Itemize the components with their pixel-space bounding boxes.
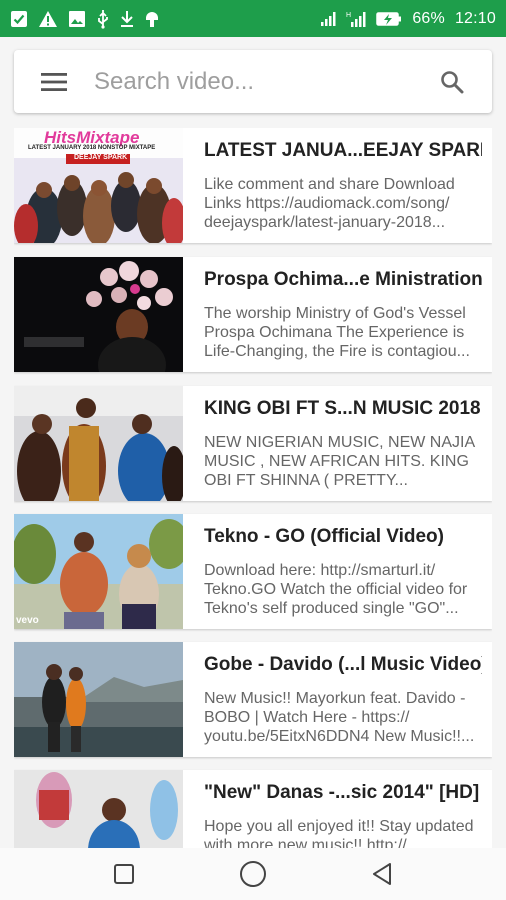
svg-text:H: H bbox=[346, 12, 351, 19]
search-bar bbox=[14, 50, 492, 113]
menu-icon[interactable] bbox=[14, 50, 94, 113]
video-text: Prospa Ochima...e Ministration) The wors… bbox=[183, 257, 492, 372]
download-icon bbox=[120, 10, 134, 28]
check-icon bbox=[10, 10, 28, 28]
video-title: "New" Danas -...sic 2014" [HD] bbox=[204, 782, 480, 803]
thumbnail-tag-text: DEEJAY SPARK bbox=[74, 154, 128, 161]
navigation-bar bbox=[0, 848, 506, 900]
status-bar: H 66% 12:10 bbox=[0, 0, 506, 37]
video-card[interactable]: Gobe - Davido (...l Music Video) New Mus… bbox=[14, 642, 492, 757]
video-description: New Music!! Mayorkun feat. Davido - BOBO… bbox=[204, 690, 475, 745]
video-thumbnail[interactable] bbox=[14, 642, 183, 757]
battery-percent: 66% bbox=[412, 9, 445, 27]
video-title: KING OBI FT S...N MUSIC 2018 bbox=[204, 398, 481, 419]
video-card[interactable]: KING OBI FT S...N MUSIC 2018 NEW NIGERIA… bbox=[14, 386, 492, 501]
video-card[interactable]: HitsMixtape LATEST JANUARY 2018 NONSTOP … bbox=[14, 128, 492, 243]
notification-icons bbox=[10, 9, 160, 29]
video-thumbnail[interactable]: vevo bbox=[14, 514, 183, 629]
square-icon[interactable] bbox=[94, 848, 154, 900]
signal-h-icon: H bbox=[346, 10, 366, 28]
video-title: Tekno - GO (Official Video) bbox=[204, 526, 444, 547]
search-icon[interactable] bbox=[412, 50, 492, 113]
video-text: Gobe - Davido (...l Music Video) New Mus… bbox=[183, 642, 492, 757]
video-list: HitsMixtape LATEST JANUARY 2018 NONSTOP … bbox=[14, 128, 492, 848]
battery-charging-icon bbox=[376, 11, 402, 26]
video-thumbnail[interactable] bbox=[14, 257, 183, 372]
system-icons: H 66% 12:10 bbox=[320, 10, 496, 28]
video-text: Tekno - GO (Official Video) Download her… bbox=[183, 514, 492, 629]
video-card[interactable]: vevo Tekno - GO (Official Video) Downloa… bbox=[14, 514, 492, 629]
search-input[interactable] bbox=[94, 61, 412, 102]
video-text: LATEST JANUA...EEJAY SPARK Like comment … bbox=[183, 128, 492, 243]
video-thumbnail[interactable] bbox=[14, 770, 183, 848]
video-card[interactable]: Prospa Ochima...e Ministration) The wors… bbox=[14, 257, 492, 372]
usb-icon bbox=[96, 9, 110, 29]
video-description: Download here: http://smarturl.it/ Tekno… bbox=[204, 562, 468, 617]
video-card[interactable]: "New" Danas -...sic 2014" [HD] Hope you … bbox=[14, 770, 492, 848]
video-description: NEW NIGERIAN MUSIC, NEW NAJIA MUSIC , NE… bbox=[204, 434, 475, 489]
warning-icon bbox=[38, 10, 58, 28]
thumbnail-subtitle-text: LATEST JANUARY 2018 NONSTOP MIXTAPE bbox=[28, 145, 156, 151]
image-icon bbox=[68, 10, 86, 28]
clock: 12:10 bbox=[454, 9, 496, 27]
signal-icon bbox=[320, 11, 336, 27]
video-thumbnail[interactable] bbox=[14, 386, 183, 501]
android-icon bbox=[144, 10, 160, 28]
video-title: LATEST JANUA...EEJAY SPARK bbox=[204, 140, 482, 161]
triangle-back-icon[interactable] bbox=[352, 848, 412, 900]
video-title: Gobe - Davido (...l Music Video) bbox=[204, 654, 482, 675]
video-description: Hope you all enjoyed it!! Stay updated w… bbox=[204, 818, 474, 848]
video-description: The worship Ministry of God's Vessel Pro… bbox=[204, 305, 470, 360]
video-text: "New" Danas -...sic 2014" [HD] Hope you … bbox=[183, 770, 492, 848]
vevo-watermark: vevo bbox=[16, 615, 39, 626]
video-thumbnail[interactable]: HitsMixtape LATEST JANUARY 2018 NONSTOP … bbox=[14, 128, 183, 243]
video-text: KING OBI FT S...N MUSIC 2018 NEW NIGERIA… bbox=[183, 386, 492, 501]
video-title: Prospa Ochima...e Ministration) bbox=[204, 269, 482, 290]
circle-icon[interactable] bbox=[223, 848, 283, 900]
video-description: Like comment and share Download Links ht… bbox=[204, 176, 455, 231]
